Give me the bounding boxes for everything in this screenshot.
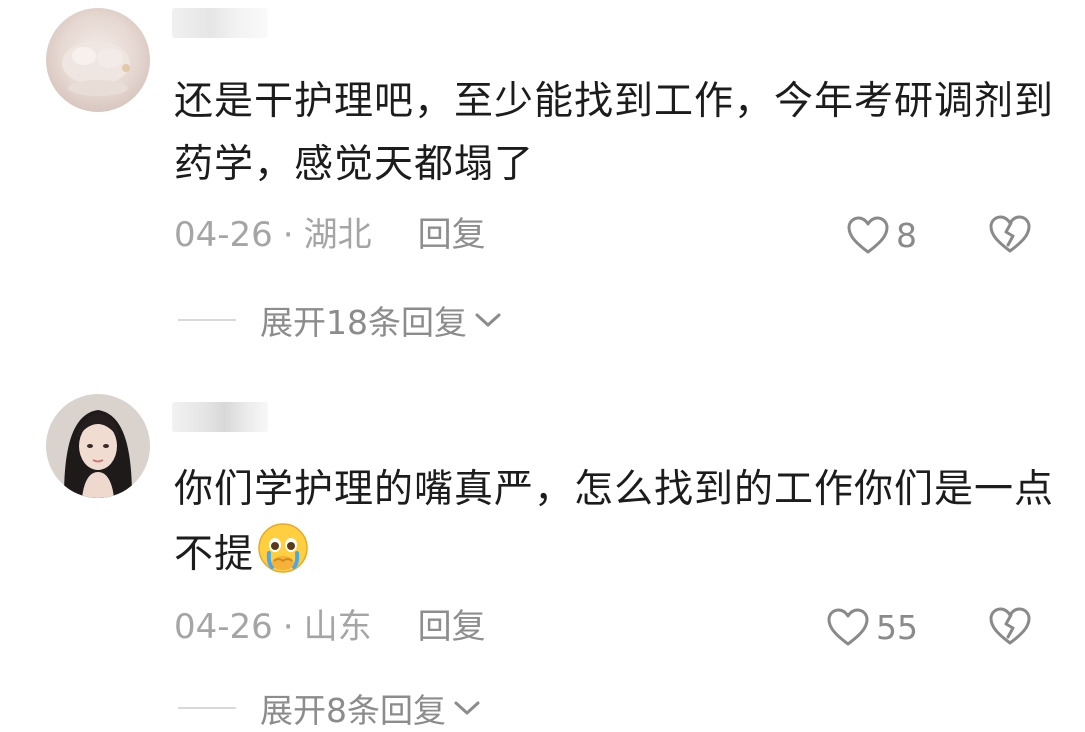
avatar[interactable] — [46, 8, 150, 112]
dislike-button[interactable] — [988, 605, 1032, 647]
comment-date: 04-26 — [174, 215, 273, 255]
divider-line — [178, 707, 236, 709]
expand-replies-label: 展开8条回复 — [260, 691, 446, 730]
comment-text: 你们学护理的嘴真严，怎么找到的工作你们是一点不提 — [174, 467, 1055, 577]
divider-line — [178, 319, 236, 321]
expand-replies-label: 展开18条回复 — [260, 303, 467, 342]
heart-outline-icon — [827, 608, 869, 646]
expand-replies-button[interactable]: 展开8条回复 — [178, 686, 482, 730]
like-button[interactable]: 55 — [826, 605, 918, 649]
broken-heart-icon — [989, 607, 1031, 645]
like-count: 55 — [876, 607, 918, 647]
comment-date: 04-26 — [174, 607, 273, 647]
reply-button[interactable]: 回复 — [418, 607, 486, 647]
chevron-down-icon — [454, 701, 480, 715]
heart-outline-icon — [847, 216, 889, 254]
chevron-down-icon — [475, 313, 501, 327]
reply-button[interactable]: 回复 — [418, 215, 486, 255]
comment-location: 湖北 — [303, 215, 372, 255]
dislike-button[interactable] — [988, 213, 1032, 255]
comment-location: 山东 — [303, 607, 372, 647]
comment-meta: 04-26 · 湖北 回复 — [174, 213, 486, 257]
meta-separator: · — [282, 607, 294, 647]
expand-replies-button[interactable]: 展开18条回复 — [178, 298, 503, 342]
username-blurred[interactable] — [172, 402, 268, 432]
avatar[interactable] — [46, 394, 150, 498]
broken-heart-icon — [989, 215, 1031, 253]
comment-text: 还是干护理吧，至少能找到工作，今年考研调剂到药学，感觉天都塌了 — [174, 79, 1055, 187]
like-count: 8 — [896, 215, 917, 255]
crying-face-emoji — [256, 521, 310, 575]
comment-meta: 04-26 · 山东 回复 — [174, 605, 486, 649]
like-button[interactable]: 8 — [846, 213, 917, 257]
meta-separator: · — [282, 215, 294, 255]
username-blurred[interactable] — [172, 8, 268, 38]
